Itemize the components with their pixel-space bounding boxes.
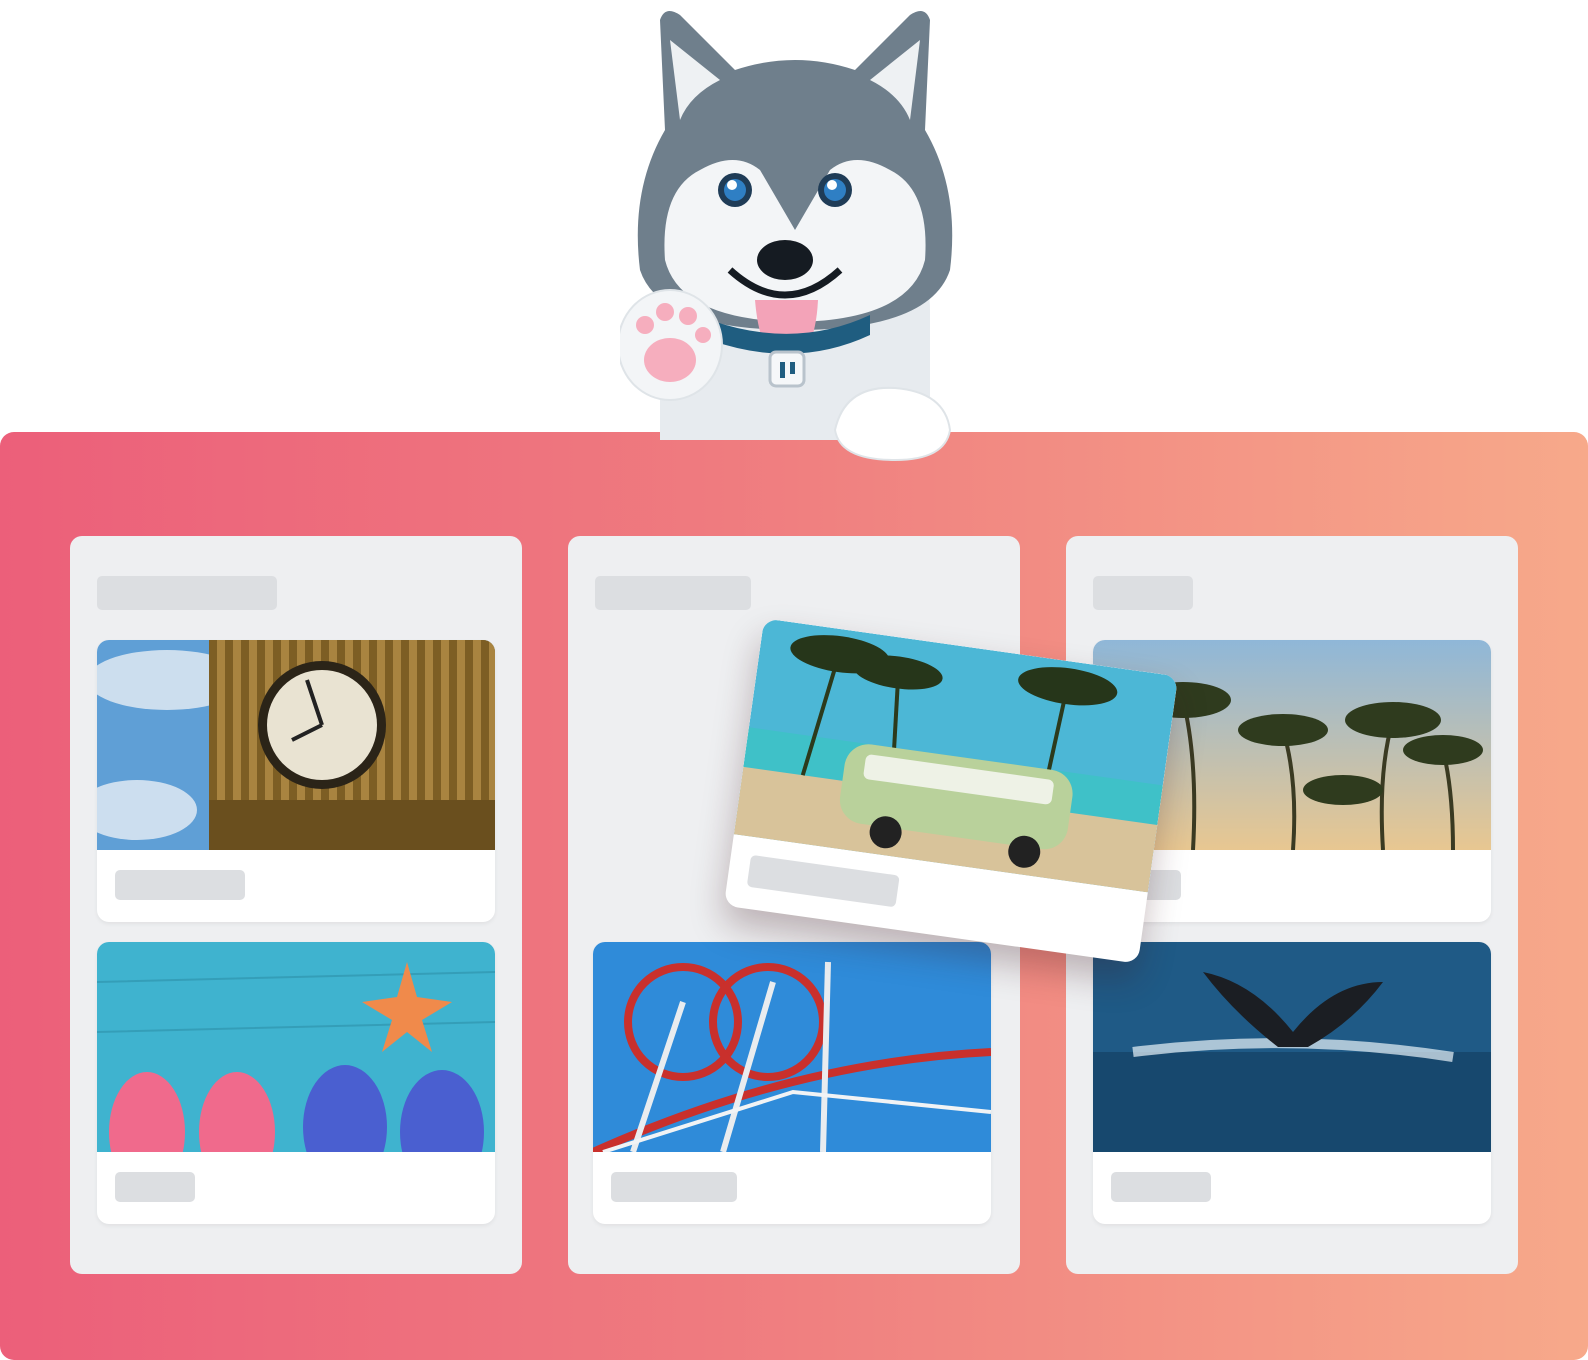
- card-title-placeholder: [115, 1172, 195, 1202]
- list-title-placeholder[interactable]: [595, 576, 751, 610]
- list-title-placeholder[interactable]: [1093, 576, 1193, 610]
- card-flip-flops[interactable]: [97, 942, 495, 1224]
- card-whale-tail[interactable]: [1093, 942, 1491, 1224]
- card-title-placeholder: [1111, 1172, 1211, 1202]
- whale-tail-ocean-image: [1093, 942, 1491, 1152]
- big-ben-clock-tower-image: [97, 640, 495, 850]
- card-big-ben[interactable]: [97, 640, 495, 922]
- list-title-placeholder[interactable]: [97, 576, 277, 610]
- card-roller-coaster[interactable]: [593, 942, 991, 1224]
- list-1[interactable]: [70, 536, 522, 1274]
- roller-coaster-image: [593, 942, 991, 1152]
- card-title-placeholder: [746, 854, 900, 908]
- husky-mascot-icon: [617, 0, 970, 470]
- flip-flops-and-starfish-image: [97, 942, 495, 1152]
- card-title-placeholder: [611, 1172, 737, 1202]
- dragging-card-camper-van[interactable]: [723, 618, 1179, 964]
- card-title-placeholder: [115, 870, 245, 900]
